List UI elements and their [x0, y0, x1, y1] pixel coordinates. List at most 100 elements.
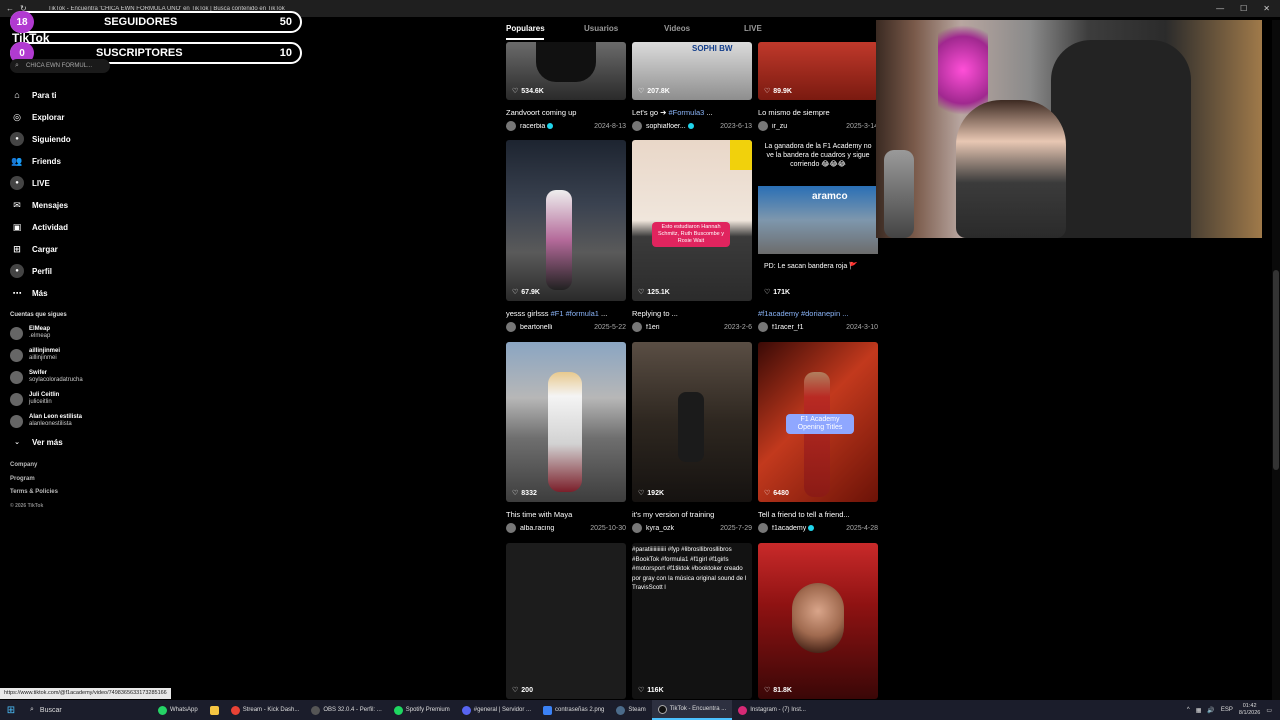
video-caption[interactable]: Tell a friend to tell a friend...: [758, 510, 878, 520]
video-thumbnail[interactable]: #paratiiiiiiiiiiii #fyp #librosllibrosll…: [632, 543, 752, 699]
clock[interactable]: 01:42 8/1/2026: [1239, 703, 1260, 717]
nav-siguiendo[interactable]: ● Siguiendo: [10, 128, 150, 150]
maximize-icon[interactable]: ☐: [1240, 4, 1247, 13]
language-indicator[interactable]: ESP: [1221, 707, 1233, 713]
windows-start-icon[interactable]: ⊞: [0, 705, 22, 716]
instagram-icon: [738, 705, 748, 715]
search-input[interactable]: ⌕ CHICA EWN FORMUL...: [10, 59, 110, 73]
following-account[interactable]: Juli Ceitlin juliceitlin: [10, 388, 150, 410]
tab-videos[interactable]: Videos: [664, 24, 744, 40]
search-tabs: Populares Usuarios Videos LIVE: [506, 24, 824, 40]
video-card[interactable]: ♡ 8332 This time with Maya alba.racing 202…: [506, 342, 626, 533]
following-account[interactable]: ElMeap .elmeap: [10, 322, 150, 344]
nav-friends[interactable]: 👥 Friends: [10, 150, 150, 172]
taskbar-app-explorer[interactable]: [204, 700, 225, 720]
video-user[interactable]: beartonelli: [520, 324, 594, 331]
video-user[interactable]: f1racer_f1: [772, 324, 846, 331]
taskbar-app-whatsapp[interactable]: WhatsApp: [152, 700, 204, 720]
video-thumbnail[interactable]: Esto estudiaron Hannah Schmitz, Ruth Bus…: [632, 140, 752, 301]
minimize-icon[interactable]: —: [1216, 4, 1224, 13]
video-caption[interactable]: #f1academy #dorianepin ...: [758, 309, 878, 319]
video-caption[interactable]: Let's go ➔ #Formula3 ...: [632, 108, 752, 118]
video-thumbnail[interactable]: ♡ 192K: [632, 342, 752, 502]
tiktok-logo[interactable]: TikTok: [12, 31, 50, 45]
nav-mas[interactable]: ⋯ Más: [10, 282, 150, 304]
heart-icon: ♡: [638, 289, 645, 296]
video-card[interactable]: ♡ 67.9K yesss girlsss #F1 #formula1 ... b…: [506, 140, 626, 332]
video-user[interactable]: sophiafloer...: [646, 123, 720, 130]
video-user[interactable]: f1eri: [646, 324, 724, 331]
nav-perfil[interactable]: ● Perfil: [10, 260, 150, 282]
taskbar-app-steam[interactable]: Steam: [610, 700, 651, 720]
discord-icon: [461, 705, 471, 715]
video-caption[interactable]: yesss girlsss #F1 #formula1 ...: [506, 309, 626, 319]
video-card[interactable]: SOPHI BW ♡ 207.8K Let's go ➔ #Formula3 ..…: [632, 42, 752, 131]
video-thumbnail[interactable]: SOPHI BW ♡ 207.8K: [632, 42, 752, 100]
footer-program[interactable]: Program: [10, 476, 150, 490]
footer-terms[interactable]: Terms & Policies: [10, 489, 150, 503]
video-card[interactable]: La ganadora de la F1 Academy no ve la ba…: [758, 140, 878, 332]
nav-mensajes[interactable]: ✉ Mensajes: [10, 194, 150, 216]
following-account[interactable]: aillinjinmei aillinjinmei: [10, 344, 150, 366]
notifications-icon[interactable]: ▭: [1266, 707, 1272, 714]
video-card[interactable]: ♡ 81.8K: [758, 543, 878, 699]
video-card[interactable]: ♡ 200: [506, 543, 626, 699]
network-icon[interactable]: ▦: [1196, 707, 1202, 714]
tab-populares[interactable]: Populares: [506, 24, 545, 40]
footer-company[interactable]: Company: [10, 462, 150, 476]
video-thumbnail[interactable]: ♡ 200: [506, 543, 626, 699]
close-icon[interactable]: ✕: [1263, 4, 1270, 13]
taskbar-app-chrome[interactable]: Stream - Kick Dash...: [225, 700, 306, 720]
chevron-up-icon[interactable]: ^: [1187, 707, 1190, 713]
video-likes: ♡ 6480: [764, 489, 789, 498]
taskbar-app-tiktok[interactable]: TikTok - Encuentra ...: [651, 700, 733, 720]
nav-label: Más: [32, 288, 48, 298]
taskbar-app-spotify[interactable]: Spotify Premium: [388, 700, 456, 720]
profile-icon: ●: [10, 264, 24, 278]
video-card[interactable]: #paratiiiiiiiiiiii #fyp #librosllibrosll…: [632, 543, 752, 699]
video-user[interactable]: f1academy: [772, 525, 846, 532]
video-caption[interactable]: it's my version of training: [632, 510, 752, 520]
taskbar-app-discord[interactable]: #general | Servidor ...: [456, 700, 537, 720]
video-thumbnail[interactable]: ♡ 8332: [506, 342, 626, 502]
tab-usuarios[interactable]: Usuarios: [584, 24, 664, 40]
video-thumbnail[interactable]: ♡ 81.8K: [758, 543, 878, 699]
page-scrollbar[interactable]: [1272, 20, 1280, 700]
back-icon[interactable]: ←: [6, 4, 14, 13]
video-user[interactable]: ir_zu: [772, 123, 846, 130]
taskbar-app-obs[interactable]: OBS 32.0.4 - Perfil: ...: [305, 700, 387, 720]
video-thumbnail[interactable]: ♡ 89.9K: [758, 42, 878, 100]
video-thumbnail[interactable]: ♡ 534.6K: [506, 42, 626, 100]
volume-icon[interactable]: 🔊: [1207, 707, 1214, 714]
scrollbar-thumb[interactable]: [1273, 270, 1279, 470]
video-caption[interactable]: Replying to ...: [632, 309, 752, 319]
video-thumbnail[interactable]: La ganadora de la F1 Academy no ve la ba…: [758, 140, 878, 301]
nav-actividad[interactable]: ▣ Actividad: [10, 216, 150, 238]
video-card[interactable]: ♡ 89.9K Lo mismo de siempre ir_zu 2025-3-1…: [758, 42, 878, 131]
video-card[interactable]: F1 Academy Opening Titles ♡ 6480 Tell a f…: [758, 342, 878, 533]
video-user[interactable]: alba.racing: [520, 525, 590, 532]
nav-explorar[interactable]: ◎ Explorar: [10, 106, 150, 128]
video-caption[interactable]: Lo mismo de siempre: [758, 108, 878, 118]
sidebar: ⌂ Para ti ◎ Explorar ● Siguiendo 👥 Friends ●…: [10, 84, 150, 516]
taskbar-app-photos[interactable]: contraseñas 2.png: [537, 700, 610, 720]
video-card[interactable]: Esto estudiaron Hannah Schmitz, Ruth Bus…: [632, 140, 752, 332]
subscribers-label: SUSCRIPTORES: [96, 47, 183, 59]
video-thumbnail[interactable]: F1 Academy Opening Titles ♡ 6480: [758, 342, 878, 502]
nav-live[interactable]: ● LIVE: [10, 172, 150, 194]
taskbar-app-instagram[interactable]: Instagram - (7) Inst...: [732, 700, 812, 720]
following-account[interactable]: Alan Leon estilista alanleonestilista: [10, 410, 150, 432]
video-card[interactable]: ♡ 534.6K Zandvoort coming up racerbia 2024…: [506, 42, 626, 131]
video-card[interactable]: ♡ 192K it's my version of training kyra_o…: [632, 342, 752, 533]
see-more-button[interactable]: ⌄ Ver más: [10, 432, 150, 452]
video-user[interactable]: kyra_ozk: [646, 525, 720, 532]
nav-para-ti[interactable]: ⌂ Para ti: [10, 84, 150, 106]
following-account[interactable]: Swifer soylacoloradatrucha: [10, 366, 150, 388]
taskbar-search[interactable]: ⌕ Buscar: [22, 703, 152, 717]
nav-cargar[interactable]: ⊞ Cargar: [10, 238, 150, 260]
tab-live[interactable]: LIVE: [744, 24, 824, 40]
video-user[interactable]: racerbia: [520, 123, 594, 130]
video-caption[interactable]: Zandvoort coming up: [506, 108, 626, 118]
video-thumbnail[interactable]: ♡ 67.9K: [506, 140, 626, 301]
video-caption[interactable]: This time with Maya: [506, 510, 626, 520]
